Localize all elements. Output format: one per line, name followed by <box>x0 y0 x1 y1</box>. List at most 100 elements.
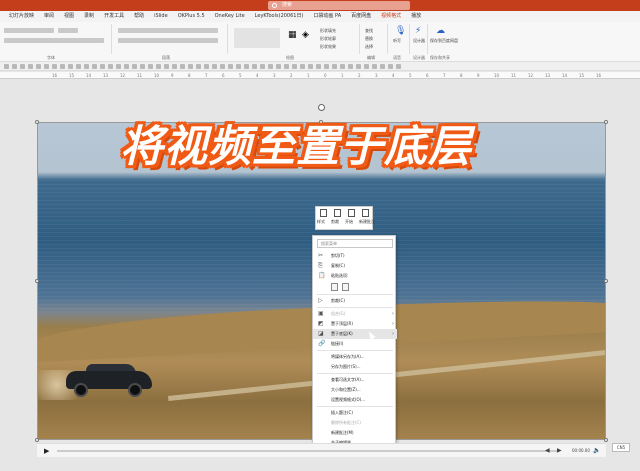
qat-button[interactable] <box>68 64 73 69</box>
resize-handle[interactable] <box>35 438 39 442</box>
volume-icon[interactable]: 🔈 <box>593 447 600 454</box>
qat-button[interactable] <box>164 64 169 69</box>
qat-button[interactable] <box>52 64 57 69</box>
shapes-gallery[interactable] <box>234 28 280 48</box>
qat-button[interactable] <box>372 64 377 69</box>
replace-button[interactable]: 替换 <box>365 36 373 42</box>
menu-item-cut[interactable]: ✂ 剪切(T) <box>313 251 397 261</box>
qat-button[interactable] <box>324 64 329 69</box>
font-name-box[interactable] <box>4 28 54 33</box>
resize-handle[interactable] <box>604 120 608 124</box>
tab-islide[interactable]: iSlide <box>149 11 173 22</box>
tab-onekey[interactable]: OneKey Lite <box>210 11 250 22</box>
qat-button[interactable] <box>388 64 393 69</box>
qat-button[interactable] <box>132 64 137 69</box>
qat-button[interactable] <box>140 64 145 69</box>
tab-leyktools[interactable]: LeyKTools(20061日) <box>250 11 309 22</box>
menu-item-size-position[interactable]: 大小和位置(Z)... <box>313 385 397 395</box>
play-icon[interactable]: ▶ <box>44 447 49 455</box>
resize-handle[interactable] <box>35 279 39 283</box>
quick-styles-icon[interactable]: ◈ <box>302 30 309 40</box>
tab-developer[interactable]: 开发工具 <box>99 11 129 22</box>
rotate-handle-icon[interactable] <box>318 104 325 111</box>
qat-button[interactable] <box>196 64 201 69</box>
qat-button[interactable] <box>292 64 297 69</box>
tab-review[interactable]: 审阅 <box>39 11 59 22</box>
qat-button[interactable] <box>260 64 265 69</box>
qat-button[interactable] <box>300 64 305 69</box>
qat-button[interactable] <box>380 64 385 69</box>
qat-button[interactable] <box>4 64 9 69</box>
menu-item-send-to-back[interactable]: ◪ 置于底层(K) › <box>313 329 397 339</box>
mini-start-button[interactable]: 开始 <box>344 207 358 229</box>
qat-button[interactable] <box>92 64 97 69</box>
cloud-icon[interactable]: ☁ <box>436 26 445 36</box>
font-size-box[interactable] <box>58 28 78 33</box>
menu-item-copy[interactable]: ⎘ 复制(C) <box>313 261 397 271</box>
qat-button[interactable] <box>228 64 233 69</box>
progress-track[interactable] <box>57 450 557 452</box>
headline-textbox[interactable]: 将视频至置于底层 <box>120 122 580 172</box>
tab-playback[interactable]: 播放 <box>406 11 426 22</box>
qat-button[interactable] <box>244 64 249 69</box>
qat-button[interactable] <box>212 64 217 69</box>
mini-new-comment-button[interactable]: 新建批注 <box>358 207 375 229</box>
qat-button[interactable] <box>276 64 281 69</box>
menu-item-new-comment[interactable]: 新建批注(M) <box>313 428 397 438</box>
menu-item-bring-to-front[interactable]: ◩ 置于顶层(R) › <box>313 319 397 329</box>
qat-button[interactable] <box>340 64 345 69</box>
qat-button[interactable] <box>156 64 161 69</box>
paste-picture-icon[interactable] <box>342 283 349 291</box>
tab-view[interactable]: 视图 <box>59 11 79 22</box>
qat-button[interactable] <box>84 64 89 69</box>
qat-button[interactable] <box>100 64 105 69</box>
microphone-icon[interactable]: 🎙 <box>395 26 406 36</box>
dictate-button[interactable]: 听写 <box>393 38 401 44</box>
language-badge[interactable]: CN5 <box>612 443 630 452</box>
qat-button[interactable] <box>124 64 129 69</box>
search-box[interactable]: 搜索 <box>268 1 410 10</box>
arrange-icon[interactable]: ▦ <box>288 30 297 40</box>
menu-item-format-video[interactable]: 设置视频格式(O)... <box>313 395 397 405</box>
select-button[interactable]: 选择 <box>365 44 373 50</box>
qat-button[interactable] <box>316 64 321 69</box>
resize-handle[interactable] <box>604 279 608 283</box>
save-share-button[interactable]: 保存到百度网盘 <box>430 38 458 44</box>
context-menu-search[interactable]: 搜索菜单 <box>317 239 393 248</box>
resize-handle[interactable] <box>604 438 608 442</box>
shape-fill-button[interactable]: 形状填充 <box>320 28 336 34</box>
menu-item-trim[interactable]: ▷ 剪裁(C) <box>313 296 397 306</box>
tab-okplus[interactable]: OKPlus 5.5 <box>173 11 210 22</box>
qat-button[interactable] <box>356 64 361 69</box>
qat-button[interactable] <box>308 64 313 69</box>
mini-crop-button[interactable]: 剪裁 <box>330 207 344 229</box>
qat-button[interactable] <box>188 64 193 69</box>
qat-button[interactable] <box>148 64 153 69</box>
qat-button[interactable] <box>36 64 41 69</box>
qat-button[interactable] <box>220 64 225 69</box>
qat-button[interactable] <box>12 64 17 69</box>
qat-button[interactable] <box>396 64 401 69</box>
paste-keep-format-icon[interactable] <box>331 283 338 291</box>
tab-help[interactable]: 帮助 <box>129 11 149 22</box>
tab-video-format[interactable]: 视频格式 <box>376 11 407 23</box>
qat-button[interactable] <box>108 64 113 69</box>
qat-button[interactable] <box>236 64 241 69</box>
qat-button[interactable] <box>20 64 25 69</box>
menu-item-insert-caption[interactable]: 插入题注(C) <box>313 408 397 418</box>
qat-button[interactable] <box>76 64 81 69</box>
qat-button[interactable] <box>28 64 33 69</box>
step-back-icon[interactable]: ◀ <box>545 447 550 454</box>
shape-effects-button[interactable]: 形状效果 <box>320 44 336 50</box>
tab-pocket-animation[interactable]: 口袋动画 PA <box>308 11 346 22</box>
resize-handle[interactable] <box>35 120 39 124</box>
qat-button[interactable] <box>332 64 337 69</box>
step-forward-icon[interactable]: ▶ <box>557 447 562 454</box>
qat-button[interactable] <box>348 64 353 69</box>
tab-baidu-netdisk[interactable]: 百度网盘 <box>346 11 376 22</box>
qat-button[interactable] <box>284 64 289 69</box>
menu-item-save-as-picture[interactable]: 另存为图片(S)... <box>313 362 397 372</box>
designer-icon[interactable]: ⚡ <box>415 26 421 36</box>
menu-item-view-alt-text[interactable]: 查看可选文字(A)... <box>313 375 397 385</box>
menu-item-link[interactable]: 🔗 链接(I) <box>313 339 397 349</box>
